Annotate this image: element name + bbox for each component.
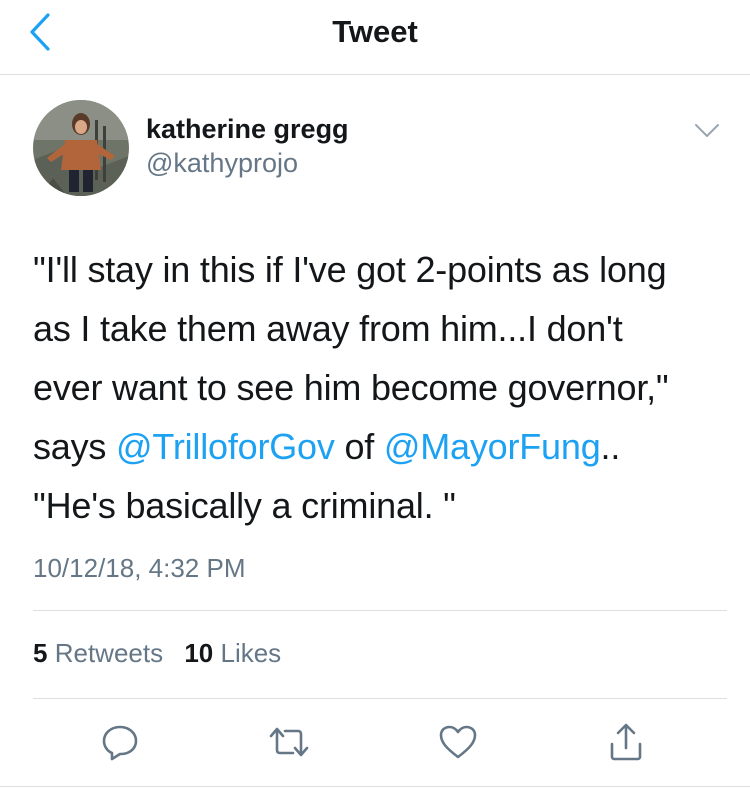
likes-count: 10 (184, 638, 214, 668)
divider (33, 610, 727, 611)
nav-header: Tweet (0, 0, 750, 75)
retweet-icon (269, 727, 309, 757)
tweet-detail-screen: Tweet katherine gregg @kathyprojo "I'll … (0, 0, 750, 788)
tweet-menu-button[interactable] (690, 118, 724, 144)
reply-icon (102, 725, 138, 761)
tweet-text-line: "I'll stay in this if I've got 2-points … (33, 249, 667, 290)
avatar-image (33, 100, 129, 196)
likes-label: Likes (220, 638, 282, 668)
like-button[interactable] (434, 718, 482, 766)
heart-icon (439, 725, 477, 759)
divider (33, 698, 727, 699)
retweets-count: 5 (33, 638, 48, 668)
page-title: Tweet (332, 14, 418, 49)
tweet-stats: 5 Retweets 10 Likes (33, 638, 295, 669)
mention-link-trilloforgov[interactable]: @TrilloforGov (116, 426, 335, 467)
avatar[interactable] (33, 100, 129, 196)
tweet-text-line: says @TrilloforGov of @MayorFung.. (33, 417, 723, 476)
retweet-button[interactable] (265, 718, 313, 766)
share-icon (610, 723, 642, 761)
tweet-text-line: ever want to see him become governor," (33, 367, 669, 408)
tweet-text-line: as I take them away from him...I don't (33, 308, 623, 349)
tweet-text-segment: says (33, 426, 117, 467)
likes-stat[interactable]: 10 Likes (184, 638, 281, 668)
tweet-text-segment: .. (600, 426, 621, 467)
tweet-text-segment: of (334, 426, 384, 467)
chevron-down-icon (695, 124, 719, 137)
mention-link-mayorfung[interactable]: @MayorFung (384, 426, 601, 467)
retweets-stat[interactable]: 5 Retweets (33, 638, 163, 668)
divider (0, 786, 750, 787)
reply-button[interactable] (96, 718, 144, 766)
author-handle[interactable]: @kathyprojo (146, 148, 298, 179)
retweets-label: Retweets (54, 638, 164, 668)
tweet-text-line: "He's basically a criminal. " (33, 485, 456, 526)
tweet-text: "I'll stay in this if I've got 2-points … (33, 240, 723, 535)
author-name[interactable]: katherine gregg (146, 114, 349, 145)
share-button[interactable] (602, 718, 650, 766)
tweet-timestamp: 10/12/18, 4:32 PM (33, 553, 246, 583)
